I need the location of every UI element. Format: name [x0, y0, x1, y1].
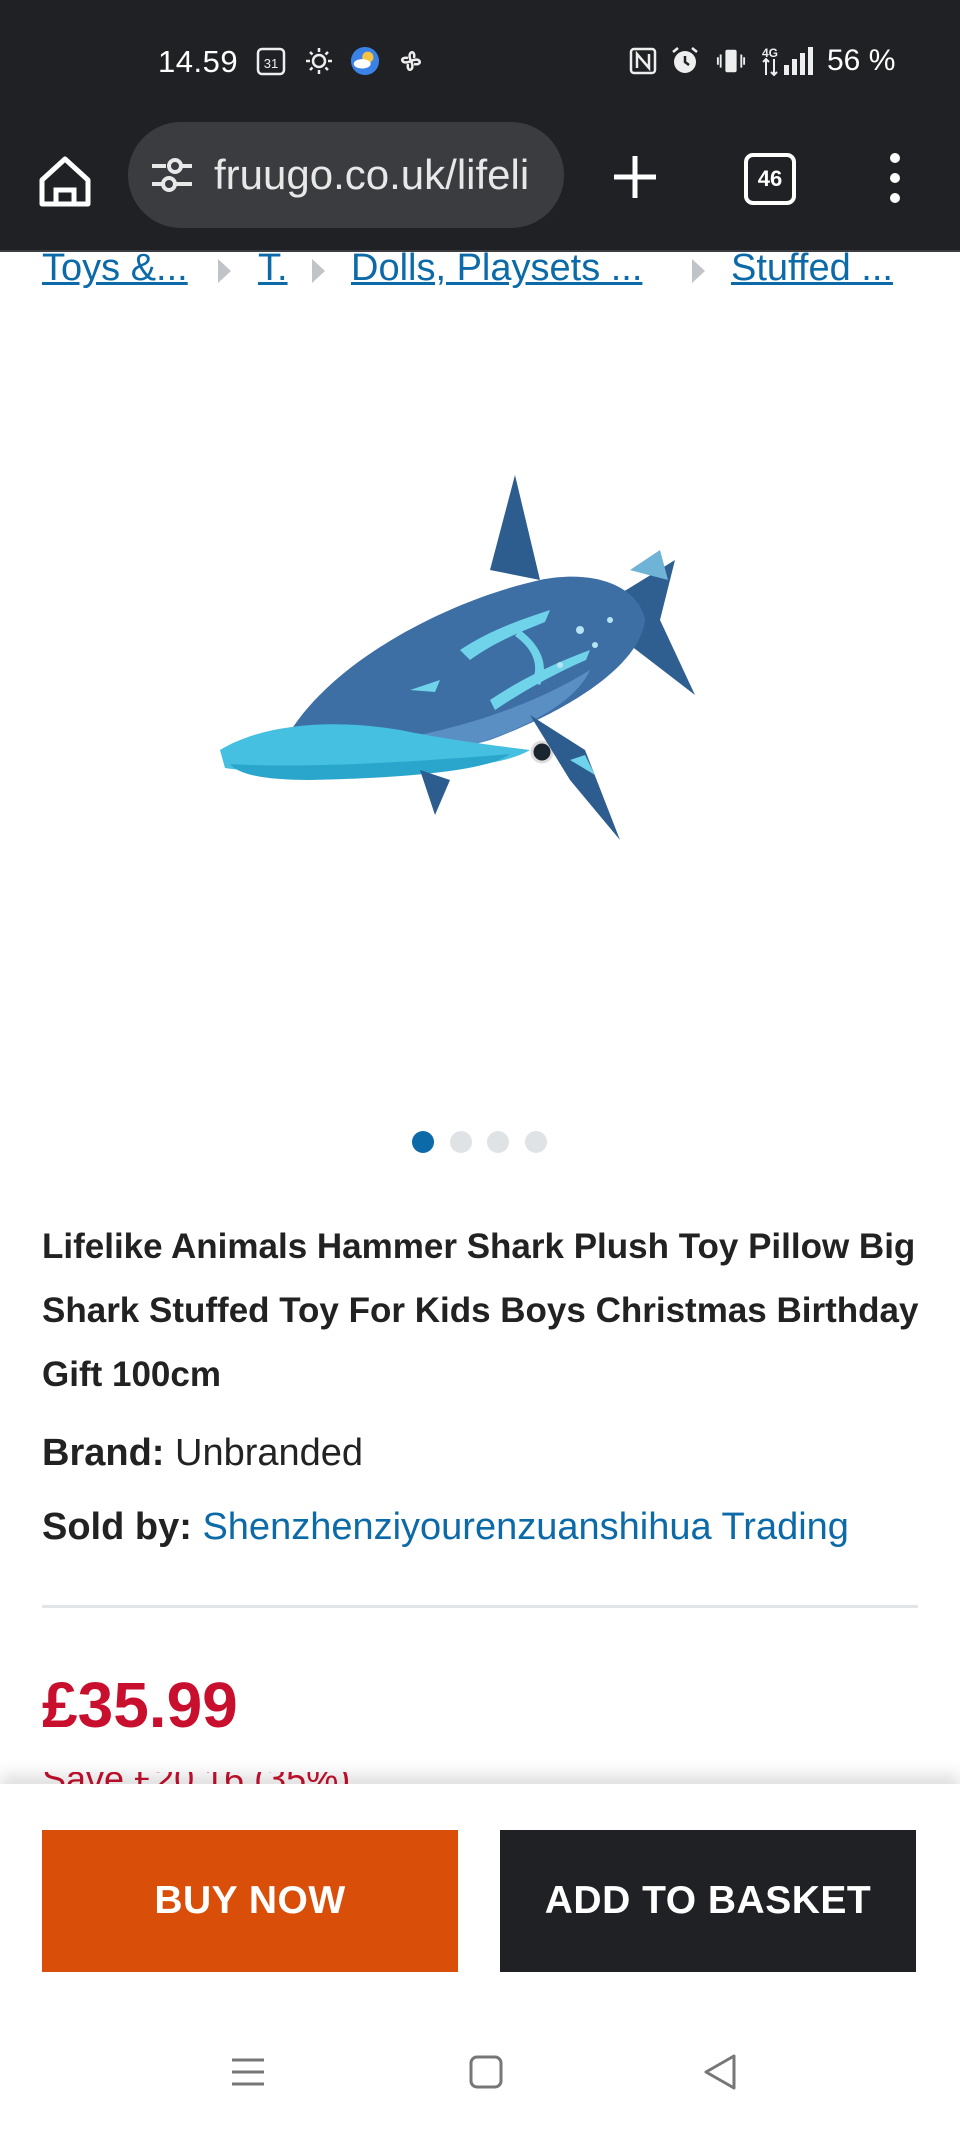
product-price: £35.99 — [42, 1669, 238, 1741]
brightness-icon — [304, 46, 334, 76]
vibrate-icon — [716, 46, 746, 76]
signal-icon: 4G — [760, 46, 816, 77]
svg-text:31: 31 — [264, 56, 278, 71]
address-bar[interactable]: fruugo.co.uk/lifeli — [128, 122, 564, 228]
system-nav-bar — [0, 1994, 960, 2133]
breadcrumb-item[interactable]: Toys &... — [42, 247, 188, 290]
recents-icon[interactable] — [228, 2052, 268, 2092]
home-icon[interactable] — [34, 150, 96, 212]
carousel-dot[interactable] — [487, 1131, 509, 1153]
calendar-icon: 31 — [256, 46, 286, 76]
brand-label: Brand: — [42, 1432, 165, 1474]
url-text[interactable]: fruugo.co.uk/lifeli — [214, 151, 529, 199]
sold-by-label: Sold by: — [42, 1506, 192, 1548]
action-bar: BUY NOW ADD TO BASKET — [0, 1784, 960, 1994]
carousel-dot[interactable] — [412, 1131, 434, 1153]
chevron-right-icon — [692, 259, 705, 283]
add-to-basket-button[interactable]: ADD TO BASKET — [500, 1830, 916, 1972]
nfc-icon — [628, 46, 658, 76]
chevron-right-icon — [218, 259, 231, 283]
svg-text:4G: 4G — [762, 46, 778, 60]
weather-icon — [350, 46, 380, 76]
more-options-icon[interactable] — [880, 148, 910, 208]
breadcrumb-item[interactable]: Dolls, Playsets ... — [351, 247, 642, 290]
tab-switcher-button[interactable]: 46 — [744, 153, 796, 205]
buy-now-button[interactable]: BUY NOW — [42, 1830, 458, 1972]
carousel-dots — [0, 1131, 960, 1155]
carousel-dot[interactable] — [525, 1131, 547, 1153]
carousel-dot[interactable] — [450, 1131, 472, 1153]
back-icon[interactable] — [700, 2052, 740, 2092]
seller-row: Sold by: Shenzhenziyourenzuanshihua Trad… — [42, 1506, 849, 1549]
product-image[interactable] — [190, 450, 730, 880]
home-nav-icon[interactable] — [466, 2052, 506, 2092]
new-tab-icon[interactable] — [610, 152, 660, 202]
breadcrumb-item[interactable]: Stuffed ... — [731, 247, 893, 290]
chevron-right-icon — [312, 259, 325, 283]
savings-text-clip: Save £20.16 (35%) — [42, 1772, 742, 1784]
battery-percent: 56 % — [827, 44, 896, 77]
alarm-icon — [670, 46, 700, 76]
divider — [42, 1605, 918, 1608]
brand-row: Brand: Unbranded — [42, 1432, 363, 1475]
breadcrumb: Toys &... T. Dolls, Playsets ... Stuffed… — [42, 247, 922, 297]
status-time: 14.59 — [158, 44, 239, 79]
savings-text: Save £20.16 (35%) — [42, 1772, 350, 1784]
fan-icon — [396, 46, 426, 76]
status-bar: 14.59 31 4G 56 % — [0, 0, 960, 122]
seller-link[interactable]: Shenzhenziyourenzuanshihua Trading — [202, 1506, 848, 1548]
browser-toolbar: fruugo.co.uk/lifeli 46 — [0, 122, 960, 252]
site-settings-icon[interactable] — [148, 155, 196, 195]
brand-value: Unbranded — [175, 1432, 364, 1474]
breadcrumb-item[interactable]: T. — [258, 247, 288, 290]
product-title: Lifelike Animals Hammer Shark Plush Toy … — [42, 1227, 919, 1394]
